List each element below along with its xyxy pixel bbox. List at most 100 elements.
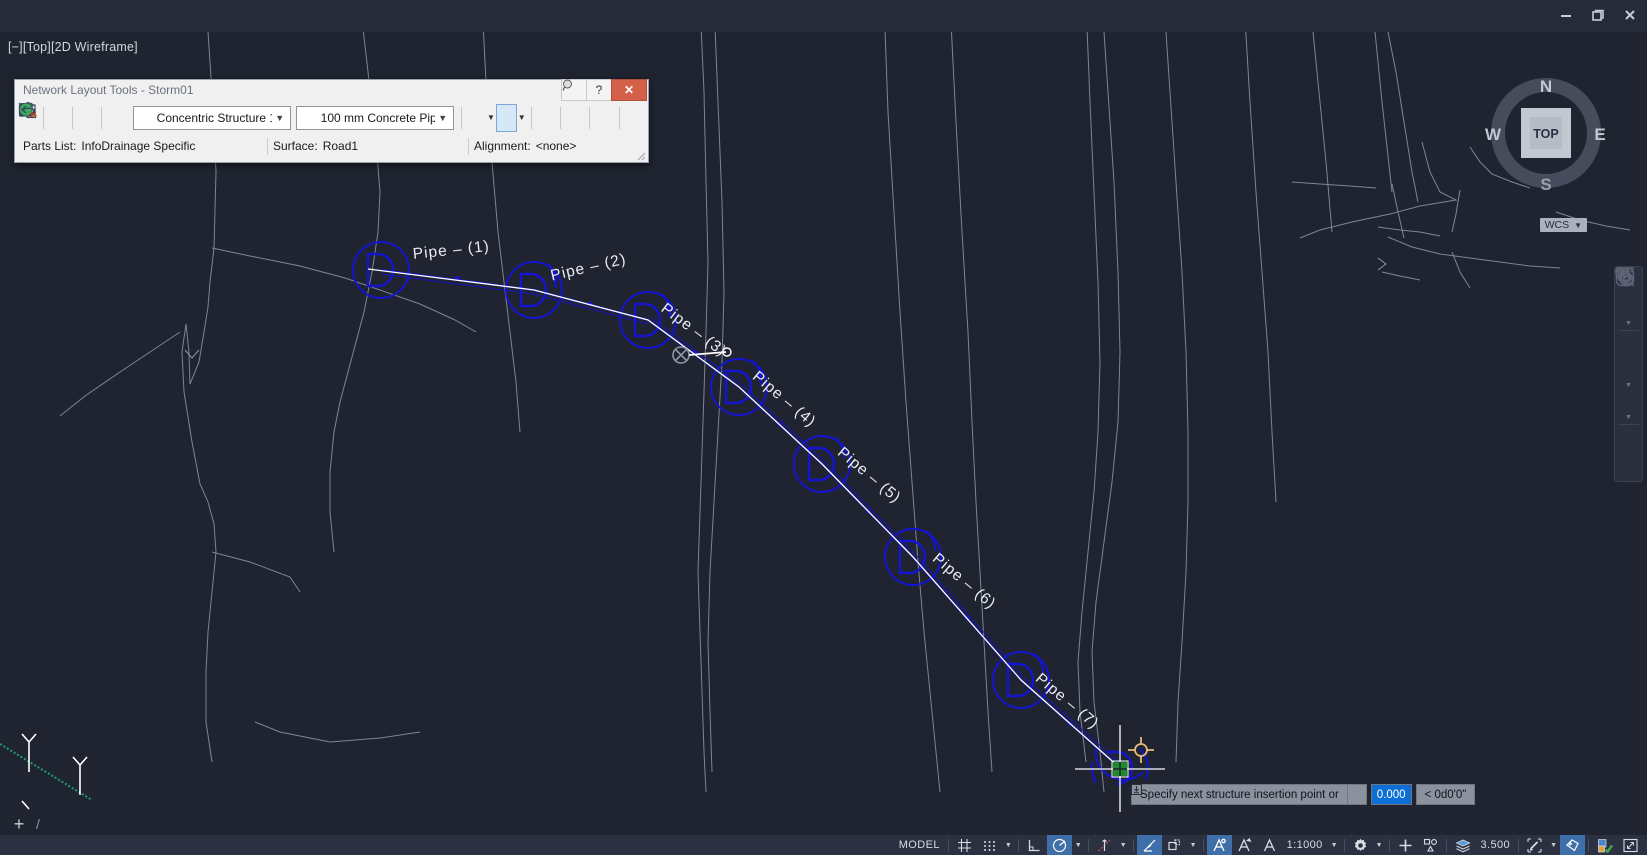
clean-screen-icon[interactable] <box>1618 835 1643 855</box>
ucs-icon-button[interactable] <box>1162 835 1187 855</box>
palette-resize-grip[interactable] <box>634 149 646 161</box>
status-divider <box>1343 838 1345 852</box>
pipe-network-structures <box>352 241 1149 797</box>
network-layout-tools-palette[interactable]: Network Layout Tools - Storm01 ? ✕ Conce… <box>14 79 649 163</box>
display-drawing-grid-button[interactable] <box>952 835 977 855</box>
surface-value: Road1 <box>322 139 359 153</box>
status-divider <box>1518 838 1520 852</box>
parts-list-label: Parts List: <box>23 139 77 153</box>
chevron-down-icon[interactable]: ▼ <box>435 113 451 123</box>
alignment-line <box>0 743 93 801</box>
close-button[interactable] <box>1621 8 1639 24</box>
show-annotation-objects-button[interactable] <box>1206 835 1232 855</box>
pipe-part-value: 100 mm Concrete Pipe <box>320 110 435 125</box>
navbar-dropdown-arrow[interactable]: ▼ <box>1625 382 1632 389</box>
delete-pipe-network-objects-button[interactable] <box>19 103 586 132</box>
toggle-upslope-downslope-button[interactable] <box>19 103 68 132</box>
annotation-scale-button[interactable] <box>1257 835 1282 855</box>
pan-icon[interactable] <box>1617 270 1640 357</box>
structure-part-value: Concentric Structure 1, <box>156 110 272 125</box>
polar-tracking-button[interactable] <box>1046 835 1072 855</box>
full-navigation-wheel-icon[interactable] <box>1615 267 1640 319</box>
draw-structures-only-dropdown[interactable]: ▼ <box>517 105 527 131</box>
view-cube-top-label: TOP <box>1533 127 1558 141</box>
graphics-performance-icon[interactable] <box>1522 835 1547 855</box>
elevation-icon[interactable] <box>1450 835 1476 855</box>
customization-icon[interactable] <box>1592 835 1618 855</box>
toolbar-divider <box>560 106 561 129</box>
annotation-monitor-icon[interactable] <box>1560 835 1585 855</box>
view-cube[interactable]: TOP N S E W <box>1483 70 1609 196</box>
new-layout-button[interactable]: + <box>8 814 30 834</box>
snap-mode-dropdown[interactable]: ▼ <box>1002 835 1015 855</box>
draw-pipes-only-dropdown[interactable]: ▼ <box>486 105 496 131</box>
status-bar: MODEL ▼ ▼ ▼ ▼ 1:1000 ▼ ▼ 3.500 ▼ <box>0 835 1647 855</box>
chevron-down-icon: ▼ <box>1574 220 1582 230</box>
ucs-selector[interactable]: WCS ▼ <box>1539 218 1587 232</box>
status-divider <box>1132 838 1134 852</box>
dynamic-input-tooltip[interactable]: Specify next structure insertion point o… <box>1131 784 1476 805</box>
navbar-pin-icon[interactable] <box>1615 267 1640 481</box>
workspace-dropdown[interactable]: ▼ <box>1373 835 1386 855</box>
structure-part-combo[interactable]: Concentric Structure 1, ▼ <box>19 103 291 130</box>
annotation-scale-dropdown[interactable]: ▼ <box>1328 835 1341 855</box>
object-snap-tracking-button[interactable] <box>1136 835 1162 855</box>
pipe-network-pipes <box>380 268 1123 769</box>
palette-close-button[interactable]: ✕ <box>611 79 647 101</box>
showmotion-icon[interactable] <box>1616 267 1640 451</box>
gear-icon[interactable] <box>1348 835 1373 855</box>
polar-tracking-dropdown[interactable]: ▼ <box>1072 835 1085 855</box>
network-properties-button[interactable] <box>18 103 127 132</box>
navbar-dropdown-arrow[interactable]: ▼ <box>1625 320 1632 327</box>
graphics-performance-dropdown[interactable]: ▼ <box>1547 835 1560 855</box>
status-bar-tools: MODEL ▼ ▼ ▼ ▼ 1:1000 ▼ ▼ 3.500 ▼ <box>894 835 1647 855</box>
view-cube-west-label: W <box>1485 125 1502 144</box>
palette-title-bar[interactable]: Network Layout Tools - Storm01 ? ✕ <box>15 79 648 101</box>
navbar-dropdown-arrow[interactable]: ▼ <box>1625 414 1632 421</box>
minimize-button[interactable] <box>1557 8 1575 24</box>
add-scales-button[interactable] <box>1232 835 1257 855</box>
dynamic-input-distance-field[interactable]: 0.000 <box>1370 784 1412 805</box>
toolbar-divider <box>460 106 462 129</box>
parts-list-cell: Parts List: InfoDrainage Specific <box>18 138 267 155</box>
draw-pipes-only-button[interactable] <box>18 104 486 132</box>
object-snap-button[interactable] <box>1092 835 1117 855</box>
model-space-button[interactable]: MODEL <box>894 835 945 855</box>
dynamic-input-angle-field[interactable]: < 0d0'0" <box>1415 784 1476 805</box>
status-divider <box>1087 838 1089 852</box>
snap-mode-button[interactable] <box>977 835 1002 855</box>
zoom-extents-icon[interactable] <box>1616 268 1640 381</box>
undo-button[interactable] <box>20 104 644 132</box>
window-controls <box>1557 8 1639 24</box>
navigation-bar[interactable]: ▼ ▼ ▼ <box>1614 266 1643 482</box>
plus-icon[interactable] <box>1393 835 1418 855</box>
ucs-selector-label: WCS <box>1544 219 1570 231</box>
node-osnap-cross <box>674 348 688 362</box>
chevron-down-icon[interactable]: ▼ <box>272 113 288 123</box>
pipe-part-combo[interactable]: 100 mm Concrete Pipe ▼ <box>19 102 454 130</box>
restore-button[interactable] <box>1589 8 1607 24</box>
toolbar-divider <box>530 106 532 129</box>
palette-properties-button[interactable] <box>561 79 587 101</box>
isolate-objects-icon[interactable] <box>1418 835 1443 855</box>
status-divider <box>1588 838 1589 852</box>
window-title-bar <box>0 0 1647 32</box>
draw-structures-only-button[interactable] <box>20 102 517 132</box>
layout-tab-bar <box>0 812 1647 835</box>
annotation-scale-value[interactable]: 1:1000 <box>1282 835 1328 855</box>
surface-cell: Surface: Road1 <box>268 138 468 155</box>
viewport-label[interactable]: [−][Top][2D Wireframe] <box>8 40 138 54</box>
pipe-network-vistas-button[interactable] <box>20 103 615 132</box>
toggle-upslope-downslope-tool[interactable] <box>18 102 556 132</box>
elevation-value[interactable]: 3.500 <box>1476 835 1516 855</box>
ucs-icon-dropdown[interactable]: ▼ <box>1187 835 1200 855</box>
palette-help-button[interactable]: ? <box>586 79 612 101</box>
dynamic-input-expand-button[interactable] <box>1131 784 1367 805</box>
drawing-canvas[interactable]: Pipe – (1) Pipe – (2) Pipe – (3) Pipe – … <box>0 32 1647 812</box>
view-cube-south-label: S <box>1540 175 1551 194</box>
orbit-icon[interactable] <box>1615 267 1640 413</box>
object-snap-dropdown[interactable]: ▼ <box>1117 835 1130 855</box>
alignment-value: <none> <box>535 139 577 153</box>
ortho-mode-button[interactable] <box>1022 835 1047 855</box>
status-divider <box>947 838 949 852</box>
